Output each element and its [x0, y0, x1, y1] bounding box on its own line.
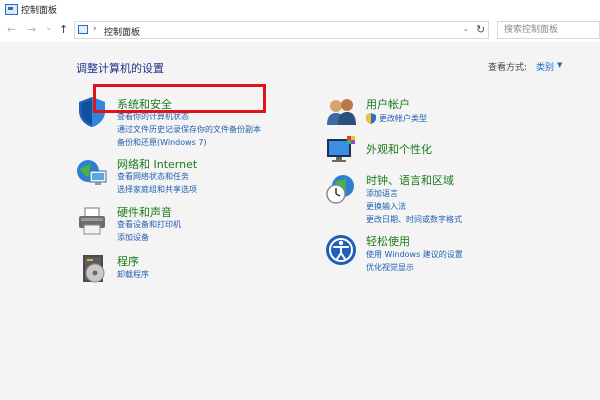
breadcrumb-separator[interactable]: › — [93, 24, 97, 34]
category-network-internet[interactable]: 网络和 Internet — [117, 156, 197, 172]
up-arrow-icon[interactable]: ↑ — [59, 23, 68, 37]
link-windows-suggested-settings[interactable]: 使用 Windows 建议的设置 — [366, 249, 463, 260]
link-uninstall-program[interactable]: 卸载程序 — [117, 269, 149, 280]
category-ease-of-access[interactable]: 轻松使用 — [366, 233, 410, 249]
category-appearance-personalization[interactable]: 外观和个性化 — [366, 141, 432, 157]
monitor-palette-icon[interactable] — [325, 133, 357, 165]
link-file-history-backup[interactable]: 通过文件历史记录保存你的文件备份副本 — [117, 124, 261, 135]
link-change-input-method[interactable]: 更换输入法 — [366, 201, 406, 212]
control-panel-folder-icon — [78, 25, 88, 34]
address-dropdown-chevron-icon[interactable]: ⌄ — [463, 25, 469, 33]
recent-locations-chevron-icon[interactable]: ⌄ — [45, 21, 53, 35]
programs-disk-icon[interactable] — [78, 253, 110, 285]
control-panel-icon — [5, 4, 18, 15]
view-by-caret-icon[interactable]: ▼ — [557, 61, 562, 69]
refresh-icon[interactable]: ↻ — [476, 23, 485, 36]
users-icon[interactable] — [325, 96, 357, 128]
accessibility-icon[interactable] — [325, 234, 357, 266]
link-network-status[interactable]: 查看网络状态和任务 — [117, 171, 189, 182]
network-globe-icon[interactable] — [76, 157, 108, 189]
link-add-language[interactable]: 添加语言 — [366, 188, 398, 199]
page-title: 调整计算机的设置 — [76, 62, 164, 75]
forward-arrow-icon[interactable]: → — [27, 23, 36, 37]
link-backup-restore[interactable]: 备份和还原(Windows 7) — [117, 137, 207, 148]
category-programs[interactable]: 程序 — [117, 253, 139, 269]
link-add-device[interactable]: 添加设备 — [117, 232, 149, 243]
breadcrumb-control-panel[interactable]: 控制面板 — [104, 25, 140, 38]
window-title: 控制面板 — [21, 6, 58, 16]
back-arrow-icon[interactable]: ← — [7, 23, 16, 37]
view-by-dropdown[interactable]: 类别 — [536, 60, 554, 73]
navigation-bar: ← → ⌄ ↑ › 控制面板 ⌄ ↻ — [0, 20, 600, 42]
printer-icon[interactable] — [76, 205, 108, 237]
search-input[interactable] — [497, 21, 600, 39]
link-devices-printers[interactable]: 查看设备和打印机 — [117, 219, 181, 230]
address-bar[interactable]: › 控制面板 ⌄ ↻ — [74, 21, 489, 39]
link-optimize-visual-display[interactable]: 优化视觉显示 — [366, 262, 414, 273]
link-change-account-type[interactable]: 更改帐户类型 — [379, 113, 427, 124]
link-change-date-time-format[interactable]: 更改日期、时间或数字格式 — [366, 214, 462, 225]
category-user-accounts[interactable]: 用户帐户 — [366, 96, 410, 112]
uac-shield-icon — [366, 113, 376, 124]
view-by-label: 查看方式: — [488, 63, 528, 73]
link-homegroup-sharing[interactable]: 选择家庭组和共享选项 — [117, 184, 197, 195]
highlight-box — [93, 84, 266, 113]
title-bar: 控制面板 — [0, 0, 600, 20]
clock-globe-icon[interactable] — [325, 173, 357, 205]
scrollbar-track[interactable] — [590, 42, 600, 400]
category-clock-language-region[interactable]: 时钟、语言和区域 — [366, 172, 454, 188]
category-hardware-sound[interactable]: 硬件和声音 — [117, 204, 172, 220]
